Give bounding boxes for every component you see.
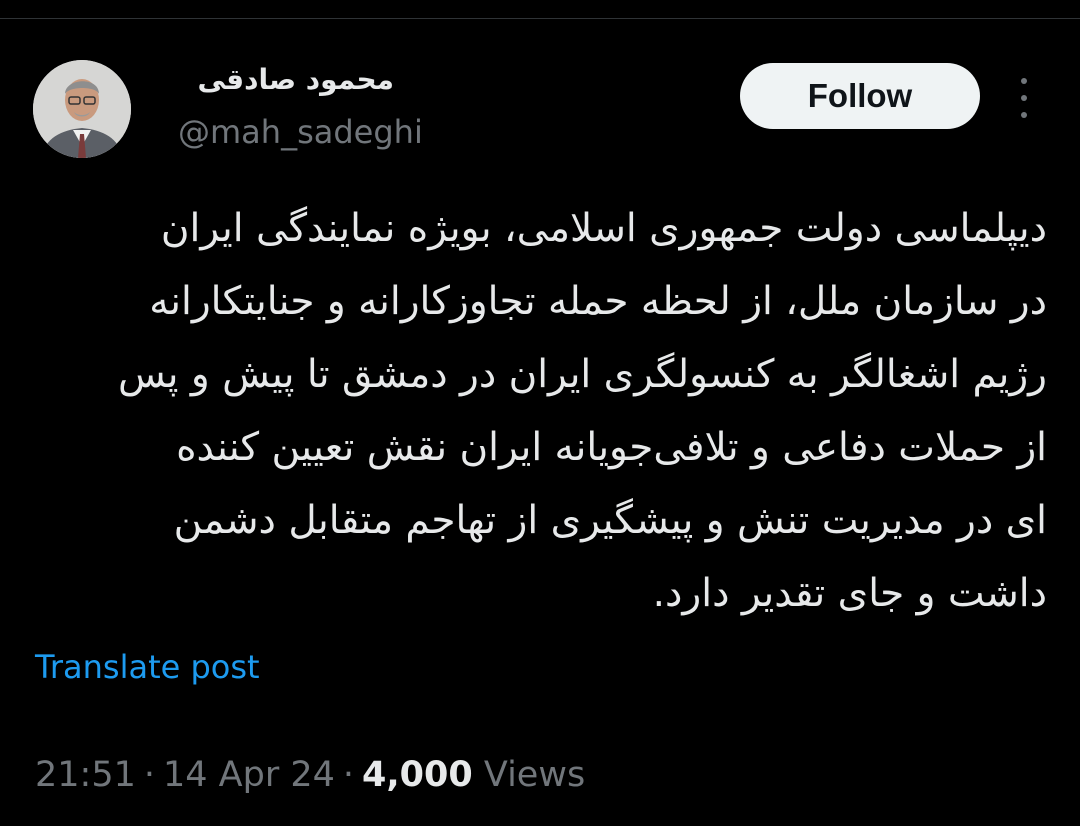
author-handle[interactable]: @mah_sadeghi	[178, 112, 423, 152]
tweet-text: دیپلماسی دولت جمهوری اسلامی، بویژه نماین…	[117, 206, 1047, 616]
avatar[interactable]	[33, 60, 131, 158]
meta-separator: ·	[143, 755, 156, 795]
more-dot	[1021, 112, 1027, 118]
follow-button[interactable]: Follow	[740, 63, 980, 129]
user-avatar-photo	[33, 60, 131, 158]
translate-post-link[interactable]: Translate post	[35, 645, 260, 689]
views-label: Views	[483, 755, 586, 795]
meta-separator: ·	[342, 755, 355, 795]
views-count[interactable]: 4,000	[362, 755, 473, 795]
more-dot	[1021, 78, 1027, 84]
more-vertical-icon[interactable]	[1010, 78, 1038, 118]
author-display-name[interactable]: محمود صادقی	[197, 62, 394, 98]
more-dot	[1021, 95, 1027, 101]
tweet-time[interactable]: 21:51	[35, 755, 136, 795]
top-divider	[0, 18, 1080, 19]
tweet-meta: 21:51 · 14 Apr 24 · 4,000 Views	[35, 752, 585, 798]
tweet-date[interactable]: 14 Apr 24	[163, 755, 335, 795]
